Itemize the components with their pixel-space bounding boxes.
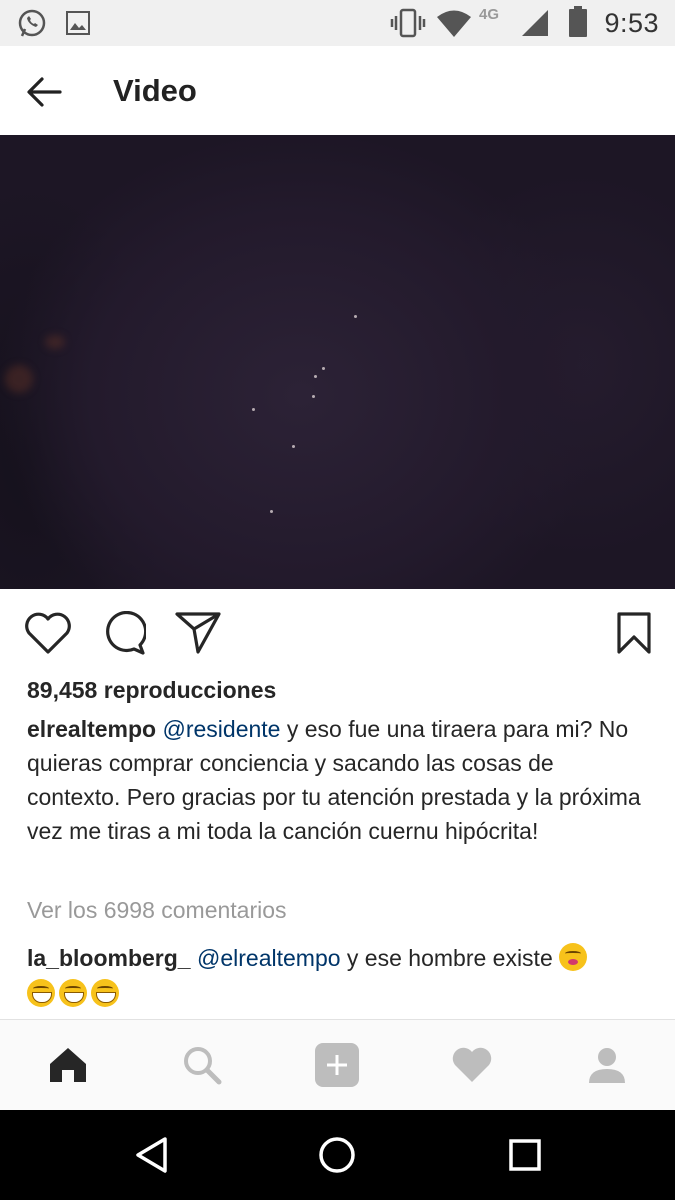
like-icon[interactable] <box>23 610 73 656</box>
share-icon[interactable] <box>173 610 223 656</box>
post-actions <box>0 600 675 664</box>
home-icon[interactable] <box>45 1042 91 1088</box>
status-time: 9:53 <box>604 8 659 38</box>
app-bar: Video <box>0 46 675 135</box>
activity-icon[interactable] <box>449 1042 495 1088</box>
network-label: 4G <box>479 6 500 23</box>
vibrate-icon <box>390 7 426 44</box>
comment-mention[interactable]: @elrealtempo <box>197 945 341 971</box>
add-post-icon[interactable] <box>314 1042 360 1088</box>
caption-mention[interactable]: @residente <box>163 716 281 742</box>
kiss-emoji-icon <box>559 943 588 971</box>
recents-square-icon[interactable] <box>502 1132 548 1178</box>
comment-username[interactable]: la_bloomberg_ <box>27 945 191 971</box>
bookmark-icon[interactable] <box>609 610 659 656</box>
wifi-icon <box>436 10 472 43</box>
comment-text: y ese hombre existe <box>340 945 560 971</box>
video-speck <box>312 395 315 398</box>
page-title: Video <box>113 73 197 108</box>
caption-username[interactable]: elrealtempo <box>27 716 156 742</box>
profile-icon[interactable] <box>584 1042 630 1088</box>
video-speck <box>270 510 273 513</box>
video-speck <box>252 408 255 411</box>
video-speck <box>322 367 325 370</box>
video-speck <box>292 445 295 448</box>
signal-icon <box>520 8 550 43</box>
bottom-tab-bar <box>0 1019 675 1110</box>
video-glow <box>45 335 65 349</box>
home-circle-icon[interactable] <box>314 1132 360 1178</box>
status-bar: 4G 9:53 <box>0 0 675 46</box>
grin-emoji-icon <box>91 979 119 1007</box>
gallery-icon <box>66 11 90 40</box>
post-caption: elrealtempo @residente y eso fue una tir… <box>27 712 652 848</box>
video-player[interactable] <box>0 135 675 589</box>
video-speck <box>314 375 317 378</box>
arrow-back-icon[interactable] <box>22 70 66 114</box>
battery-icon <box>568 6 588 43</box>
whatsapp-icon <box>16 8 48 45</box>
comment-item: la_bloomberg_ @elrealtempo y ese hombre … <box>27 940 657 1012</box>
android-nav-bar <box>0 1110 675 1200</box>
view-count: 89,458 reproducciones <box>27 677 277 703</box>
comment-icon[interactable] <box>98 610 148 656</box>
grin-emoji-icon <box>27 979 55 1007</box>
view-comments-link[interactable]: Ver los 6998 comentarios <box>27 897 287 924</box>
video-glow <box>5 365 33 393</box>
back-triangle-icon[interactable] <box>128 1132 174 1178</box>
video-speck <box>354 315 357 318</box>
grin-emoji-icon <box>59 979 87 1007</box>
search-icon[interactable] <box>179 1042 225 1088</box>
